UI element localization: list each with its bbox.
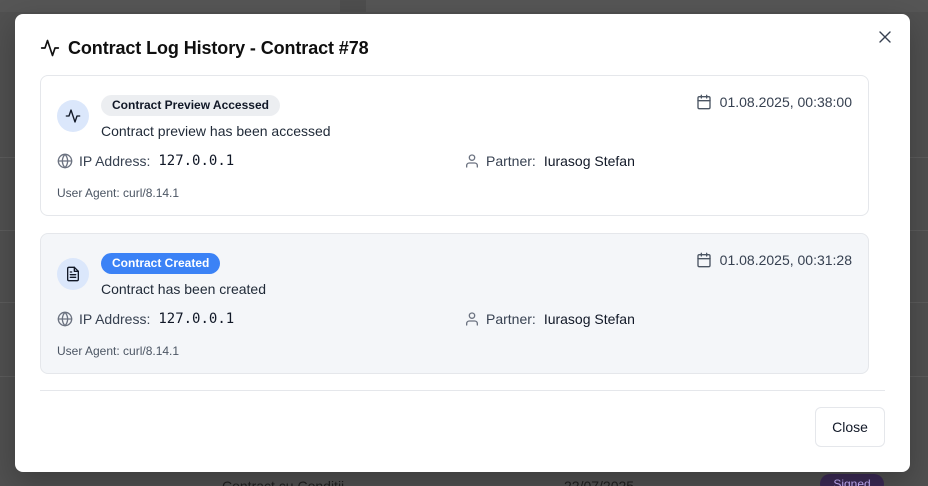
globe-icon	[57, 153, 73, 169]
user-agent: User Agent: curl/8.14.1	[57, 186, 180, 200]
event-description: Contract has been created	[101, 281, 266, 297]
activity-icon	[57, 100, 89, 132]
event-timestamp: 01.08.2025, 00:38:00	[696, 94, 852, 110]
calendar-icon	[696, 94, 712, 110]
user-icon	[464, 311, 480, 327]
ip-address-value: 127.0.0.1	[158, 153, 235, 169]
background-topblock	[340, 0, 366, 12]
ip-address-row: IP Address: 127.0.0.1	[57, 153, 234, 169]
partner-name: Iurasog Stefan	[543, 311, 635, 327]
log-history-modal: Contract Log History - Contract #78 Cont…	[15, 14, 910, 472]
calendar-icon	[696, 252, 712, 268]
partner-row: Partner: Iurasog Stefan	[464, 153, 635, 169]
modal-header: Contract Log History - Contract #78	[40, 37, 369, 59]
background-contract-name: Contract cu Conditii	[222, 478, 345, 486]
globe-icon	[57, 311, 73, 327]
modal-title: Contract Log History - Contract #78	[68, 37, 369, 58]
event-datetime: 01.08.2025, 00:31:28	[719, 252, 852, 268]
partner-name: Iurasog Stefan	[543, 153, 635, 169]
event-type-badge: Contract Preview Accessed	[101, 95, 280, 116]
partner-label: Partner:	[486, 311, 536, 327]
user-icon	[464, 153, 480, 169]
log-entry-card: Contract Preview Accessed Contract previ…	[40, 75, 869, 216]
partner-row: Partner: Iurasog Stefan	[464, 311, 635, 327]
ip-address-value: 127.0.0.1	[158, 311, 235, 327]
event-description: Contract preview has been accessed	[101, 123, 331, 139]
ip-address-label: IP Address:	[79, 153, 151, 169]
background-topbar	[0, 0, 928, 12]
ip-address-row: IP Address: 127.0.0.1	[57, 311, 234, 327]
activity-icon	[40, 38, 60, 58]
close-icon[interactable]	[877, 29, 893, 45]
background-status-badge: Signed	[820, 474, 884, 486]
log-entry-card: Contract Created Contract has been creat…	[40, 233, 869, 374]
event-datetime: 01.08.2025, 00:38:00	[719, 94, 852, 110]
footer-divider	[40, 390, 885, 391]
file-text-icon	[57, 258, 89, 290]
partner-label: Partner:	[486, 153, 536, 169]
event-timestamp: 01.08.2025, 00:31:28	[696, 252, 852, 268]
close-button[interactable]: Close	[815, 407, 885, 447]
user-agent: User Agent: curl/8.14.1	[57, 344, 180, 358]
background-contract-date: 22/07/2025	[564, 478, 635, 486]
ip-address-label: IP Address:	[79, 311, 151, 327]
event-type-badge: Contract Created	[101, 253, 221, 274]
